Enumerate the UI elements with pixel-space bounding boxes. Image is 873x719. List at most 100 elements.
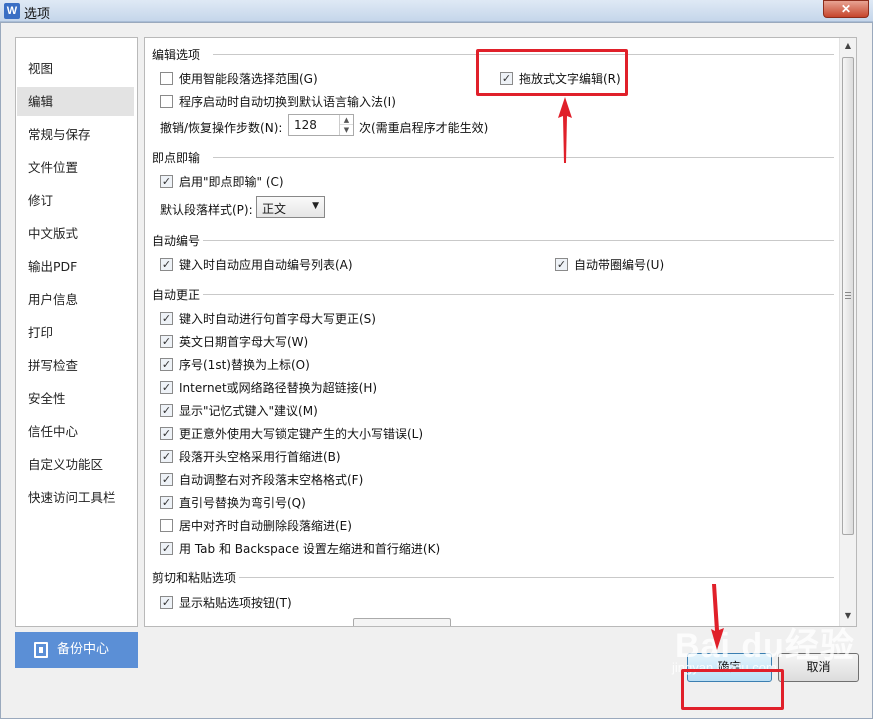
option-autocorrect-capitalize-dates[interactable]: ✓ 英文日期首字母大写(W) [160,332,308,350]
option-label: 段落开头空格采用行首缩进(B) [179,449,341,464]
section-title-edit-options: 编辑选项 [152,48,201,62]
option-label: 自动带圈编号(U) [574,257,665,272]
option-label: 使用智能段落选择范围(G) [179,71,318,86]
annotation-highlight-box [681,669,784,710]
section-title-auto-numbering: 自动编号 [152,234,201,248]
clipped-control[interactable] [353,618,451,626]
checkbox-checked[interactable]: ✓ [160,541,173,555]
option-label: 更正意外使用大写锁定键产生的大小写错误(L) [179,426,424,441]
option-label: 显示粘贴选项按钮(T) [179,595,292,610]
spin-down-arrow-icon[interactable]: ▼ [340,125,353,135]
close-button[interactable]: ✕ [823,0,869,18]
category-sidebar: 视图 编辑 常规与保存 文件位置 修订 中文版式 输出PDF 用户信息 打印 拼… [15,37,138,627]
undo-steps-value: 128 [294,118,317,132]
section-divider [203,294,834,295]
option-enable-click-and-type[interactable]: ✓ 启用"即点即输" (C) [160,172,284,190]
option-label: 用 Tab 和 Backspace 设置左缩进和首行缩进(K) [179,541,441,556]
option-auto-number-list[interactable]: ✓ 键入时自动应用自动编号列表(A) [160,255,353,273]
checkbox-checked[interactable]: ✓ [160,449,173,463]
section-title-cut-paste: 剪切和粘贴选项 [152,571,237,585]
option-auto-switch-ime[interactable]: 程序启动时自动切换到默认语言输入法(I) [160,92,396,110]
section-title-auto-correct: 自动更正 [152,288,201,302]
section-divider [239,577,834,578]
checkbox[interactable] [160,71,173,85]
option-autocorrect-autocomplete[interactable]: ✓ 显示"记忆式键入"建议(M) [160,401,318,419]
option-autocorrect-leading-space-indent[interactable]: ✓ 段落开头空格采用行首缩进(B) [160,447,341,465]
backup-document-icon [34,642,48,658]
sidebar-item-print[interactable]: 打印 [17,318,134,347]
option-label: 居中对齐时自动删除段落缩进(E) [179,518,352,533]
sidebar-item-revision[interactable]: 修订 [17,186,134,215]
option-auto-circled-number[interactable]: ✓ 自动带圈编号(U) [555,255,664,273]
option-autocorrect-tab-backspace-indent[interactable]: ✓ 用 Tab 和 Backspace 设置左缩进和首行缩进(K) [160,539,440,557]
undo-steps-spinner[interactable]: 128 ▲ ▼ [288,114,354,136]
undo-steps-label: 撤销/恢复操作步数(N): [160,121,283,135]
sidebar-item-general-save[interactable]: 常规与保存 [17,120,134,149]
scroll-up-arrow-icon[interactable]: ▲ [840,38,856,54]
option-autocorrect-right-align-spaces[interactable]: ✓ 自动调整右对齐段落末空格格式(F) [160,470,363,488]
checkbox-checked[interactable]: ✓ [160,595,173,609]
checkbox-checked[interactable]: ✓ [160,403,173,417]
sidebar-item-edit[interactable]: 编辑 [17,87,134,116]
default-paragraph-style-label: 默认段落样式(P): [160,203,253,217]
section-title-click-and-type: 即点即输 [152,151,201,165]
option-label: 键入时自动进行句首字母大写更正(S) [179,311,376,326]
backup-center-button[interactable]: 备份中心 [15,632,138,668]
checkbox-checked[interactable]: ✓ [160,426,173,440]
sidebar-item-chinese-layout[interactable]: 中文版式 [17,219,134,248]
checkbox-checked[interactable]: ✓ [160,257,173,271]
checkbox[interactable] [160,94,173,108]
option-autocorrect-caps-lock[interactable]: ✓ 更正意外使用大写锁定键产生的大小写错误(L) [160,424,423,442]
options-dialog: 视图 编辑 常规与保存 文件位置 修订 中文版式 输出PDF 用户信息 打印 拼… [0,22,873,719]
spin-up-arrow-icon[interactable]: ▲ [340,115,353,125]
option-autocorrect-center-remove-indent[interactable]: 居中对齐时自动删除段落缩进(E) [160,516,352,534]
section-divider [213,157,834,158]
option-autocorrect-capitalize-sentence[interactable]: ✓ 键入时自动进行句首字母大写更正(S) [160,309,376,327]
option-label: 英文日期首字母大写(W) [179,334,309,349]
scrollbar-thumb[interactable] [842,57,854,535]
sidebar-item-customize-ribbon[interactable]: 自定义功能区 [17,450,134,479]
vertical-scrollbar[interactable]: ▲ ▼ [839,38,856,626]
option-autocorrect-hyperlinks[interactable]: ✓ Internet或网络路径替换为超链接(H) [160,378,377,396]
option-show-paste-options-button[interactable]: ✓ 显示粘贴选项按钮(T) [160,593,292,611]
sidebar-item-trust-center[interactable]: 信任中心 [17,417,134,446]
option-label: 自动调整右对齐段落末空格格式(F) [179,472,364,487]
checkbox-checked[interactable]: ✓ [160,174,173,188]
dropdown-arrow-icon: ▼ [312,201,319,211]
option-label: 显示"记忆式键入"建议(M) [179,403,318,418]
section-divider [203,240,834,241]
option-label: 程序启动时自动切换到默认语言输入法(I) [179,94,396,109]
checkbox-checked[interactable]: ✓ [160,380,173,394]
sidebar-item-file-location[interactable]: 文件位置 [17,153,134,182]
backup-center-label: 备份中心 [57,642,110,657]
selected-style: 正文 [262,202,287,216]
sidebar-item-spell-check[interactable]: 拼写检查 [17,351,134,380]
option-autocorrect-smart-quotes[interactable]: ✓ 直引号替换为弯引号(Q) [160,493,306,511]
option-autocorrect-ordinal-superscript[interactable]: ✓ 序号(1st)替换为上标(O) [160,355,310,373]
option-smart-paragraph[interactable]: 使用智能段落选择范围(G) [160,69,318,87]
spinner-buttons: ▲ ▼ [339,115,353,135]
sidebar-item-view[interactable]: 视图 [17,54,134,83]
grip-icon [845,292,851,299]
option-label: 序号(1st)替换为上标(O) [179,357,310,372]
window-title: 选项 [24,7,51,22]
checkbox-checked[interactable]: ✓ [160,334,173,348]
checkbox-checked[interactable]: ✓ [160,495,173,509]
option-label: 启用"即点即输" (C) [179,174,284,189]
checkbox-checked[interactable]: ✓ [555,257,568,271]
checkbox-checked[interactable]: ✓ [160,311,173,325]
checkbox-checked[interactable]: ✓ [160,357,173,371]
checkbox[interactable] [160,518,173,532]
checkbox-checked[interactable]: ✓ [160,472,173,486]
undo-steps-note: 次(需重启程序才能生效) [359,121,489,135]
default-paragraph-style-select[interactable]: 正文 ▼ [256,196,325,218]
title-bar: W 选项 ✕ [0,0,873,22]
wps-writer-icon: W [4,3,20,19]
sidebar-item-output-pdf[interactable]: 输出PDF [17,252,134,281]
sidebar-item-user-info[interactable]: 用户信息 [17,285,134,314]
option-label: 键入时自动应用自动编号列表(A) [179,257,353,272]
sidebar-item-quick-access-toolbar[interactable]: 快速访问工具栏 [17,483,134,512]
sidebar-item-security[interactable]: 安全性 [17,384,134,413]
option-label: Internet或网络路径替换为超链接(H) [179,380,378,395]
option-label: 直引号替换为弯引号(Q) [179,495,306,510]
